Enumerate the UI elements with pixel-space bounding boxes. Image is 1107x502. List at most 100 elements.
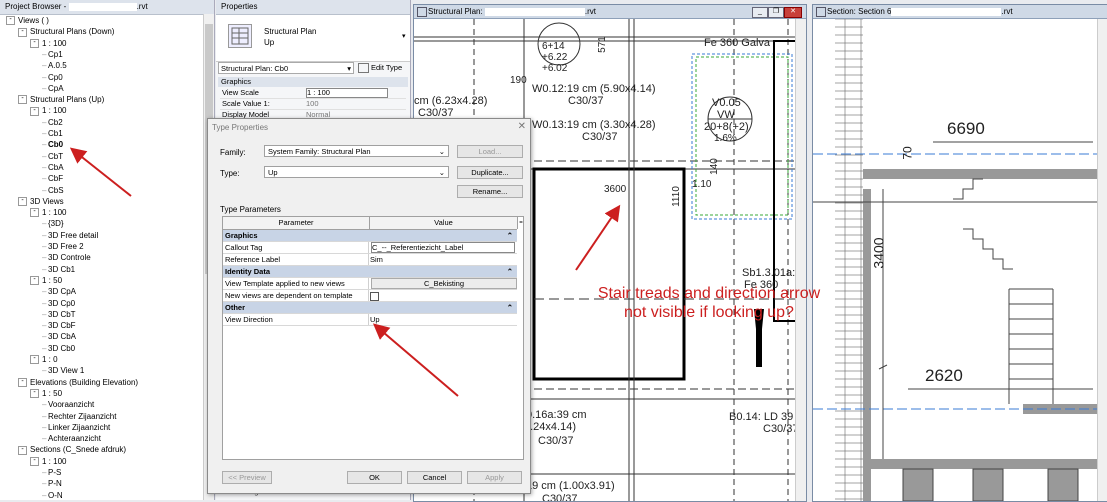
properties-group-graphics[interactable]: Graphics <box>218 77 408 87</box>
preview-button[interactable]: << Preview <box>222 471 272 484</box>
parameter-group[interactable]: Other ⌃ <box>223 302 517 314</box>
tree-item[interactable]: – O-N <box>42 490 63 501</box>
tree-item[interactable]: – P-N <box>42 478 62 489</box>
type-properties-dialog[interactable]: Type Properties ✕ Family: System Family:… <box>207 118 531 494</box>
parameter-value[interactable]: Up <box>370 314 380 325</box>
tree-item[interactable]: - Sections (C_Snede afdruk) <box>18 444 126 455</box>
tree-item-label: {3D} <box>48 219 64 229</box>
ok-button[interactable]: OK <box>347 471 402 484</box>
collapse-toggle-icon[interactable]: - <box>18 197 27 207</box>
tree-item[interactable]: – Achteraanzicht <box>42 433 101 444</box>
tree-item[interactable]: – Cb1 <box>42 128 63 139</box>
tree-item[interactable]: – Cp1 <box>42 49 63 60</box>
tree-item[interactable]: – CbF <box>42 173 63 184</box>
tree-item[interactable]: -3D Views <box>18 196 64 207</box>
tree-item[interactable]: - Views ( ) <box>6 15 49 26</box>
tree-item[interactable]: - Structural Plans (Up) <box>18 94 104 105</box>
collapse-toggle-icon[interactable]: - <box>30 276 39 286</box>
tree-item[interactable]: – Cb0 <box>42 139 63 150</box>
family-select[interactable]: System Family: Structural Plan ⌄ <box>264 145 449 157</box>
plan-scrollbar[interactable] <box>795 19 806 501</box>
parameter-group[interactable]: Identity Data ⌃ <box>223 266 517 278</box>
tree-item[interactable]: –3D Cb1 <box>42 264 75 275</box>
property-row[interactable]: View Scale 1 : 100 <box>220 88 406 99</box>
load-button[interactable]: Load... <box>457 145 523 158</box>
collapse-chevron-icon[interactable]: ⌃ <box>507 302 513 313</box>
collapse-chevron-icon[interactable]: ⌃ <box>507 230 513 241</box>
tree-item[interactable]: –3D CbA <box>42 331 76 342</box>
tree-item[interactable]: – {3D} <box>42 218 64 229</box>
collapse-toggle-icon[interactable]: - <box>18 377 27 387</box>
section-canvas[interactable]: 6690 70 3400 2620 <box>813 19 1107 501</box>
tree-item[interactable]: – P-S <box>42 467 61 478</box>
tree-item[interactable]: -1 : 50 <box>30 275 62 286</box>
collapse-toggle-icon[interactable]: - <box>18 445 27 455</box>
tree-item[interactable]: –3D Cb0 <box>42 343 75 354</box>
parameter-row[interactable]: View Direction Up <box>223 314 517 326</box>
parameter-group[interactable]: Graphics ⌃ <box>223 230 517 242</box>
close-button[interactable]: ✕ <box>784 7 802 18</box>
parameter-row[interactable]: Callout Tag C_--_Referentiezicht_Label <box>223 242 517 254</box>
collapse-toggle-icon[interactable]: - <box>6 16 15 26</box>
column-menu[interactable]: = <box>517 217 524 229</box>
tree-item[interactable]: –3D Free detail <box>42 230 98 241</box>
type-selector[interactable]: Structural Plan Up ▾ <box>216 15 410 62</box>
parameter-value[interactable]: C_Bekisting <box>371 278 517 289</box>
tree-item[interactable]: -1 : 100 <box>30 105 66 116</box>
tree-item[interactable]: –3D CbF <box>42 320 76 331</box>
dependent-views-checkbox[interactable] <box>370 292 379 301</box>
rename-button[interactable]: Rename... <box>457 185 523 198</box>
edit-type-button[interactable]: Edit Type <box>358 62 408 74</box>
collapse-toggle-icon[interactable]: - <box>30 208 39 218</box>
tree-item[interactable]: –3D Controle <box>42 252 91 263</box>
collapse-toggle-icon[interactable]: - <box>30 355 39 365</box>
tree-item[interactable]: –3D View 1 <box>42 365 84 376</box>
collapse-toggle-icon[interactable]: - <box>30 457 39 467</box>
minimize-button[interactable]: _ <box>752 7 768 18</box>
restore-button[interactable]: ❐ <box>768 7 784 18</box>
tree-item[interactable]: – Vooraanzicht <box>42 399 94 410</box>
tree-item[interactable]: - Structural Plans (Down) <box>18 26 114 37</box>
cancel-button[interactable]: Cancel <box>407 471 462 484</box>
collapse-toggle-icon[interactable]: - <box>18 27 27 37</box>
tree-item[interactable]: – Rechter Zijaanzicht <box>42 411 116 422</box>
section-scrollbar[interactable] <box>1097 19 1107 501</box>
property-value[interactable]: 1 : 100 <box>306 88 388 98</box>
tree-item[interactable]: – CbS <box>42 185 64 196</box>
duplicate-button[interactable]: Duplicate... <box>457 166 523 179</box>
tree-item[interactable]: -1 : 50 <box>30 388 62 399</box>
tree-item[interactable]: -1 : 100 <box>30 38 66 49</box>
collapse-toggle-icon[interactable]: - <box>30 38 39 48</box>
type-select[interactable]: Up ⌄ <box>264 166 449 178</box>
tree-item[interactable]: – A.0.5 <box>42 60 67 71</box>
parameter-row[interactable]: View Template applied to new views C_Beki… <box>223 278 517 290</box>
tree-item[interactable]: -1 : 0 <box>30 354 58 365</box>
collapse-toggle-icon[interactable]: - <box>18 95 27 105</box>
tree-item[interactable]: –3D Free 2 <box>42 241 84 252</box>
tree-item[interactable]: –3D CbT <box>42 309 76 320</box>
tree-item[interactable]: - Elevations (Building Elevation) <box>18 377 138 388</box>
collapse-toggle-icon[interactable]: - <box>30 389 39 399</box>
property-value[interactable]: 100 <box>306 99 319 109</box>
tree-item[interactable]: – Linker Zijaanzicht <box>42 422 110 433</box>
tree-item[interactable]: – CbT <box>42 151 63 162</box>
tree-item[interactable]: -1 : 100 <box>30 456 66 467</box>
close-icon[interactable]: ✕ <box>518 121 526 132</box>
parameter-row[interactable]: Reference Label Sim <box>223 254 517 266</box>
parameter-value[interactable]: C_--_Referentiezicht_Label <box>371 242 515 253</box>
tree-item[interactable]: –3D Cp0 <box>42 298 75 309</box>
parameter-value[interactable]: Sim <box>370 254 383 265</box>
parameter-row[interactable]: New views are dependent on template <box>223 290 517 302</box>
tree-item[interactable]: – CpA <box>42 83 64 94</box>
tree-item[interactable]: – CbA <box>42 162 64 173</box>
collapse-toggle-icon[interactable]: - <box>30 106 39 116</box>
tree-item[interactable]: – Cp0 <box>42 72 63 83</box>
tree-item[interactable]: – Cb2 <box>42 117 63 128</box>
section-window[interactable]: Section: Section 6 .rvt 6690 70 3400 262… <box>812 4 1107 502</box>
apply-button[interactable]: Apply <box>467 471 522 484</box>
instance-selector[interactable]: Structural Plan: Cb0 ▾ <box>218 62 354 74</box>
tree-item[interactable]: –3D CpA <box>42 286 76 297</box>
tree-item[interactable]: -1 : 100 <box>30 207 66 218</box>
collapse-chevron-icon[interactable]: ⌃ <box>507 266 513 277</box>
property-row[interactable]: Scale Value 1: 100 <box>220 99 406 110</box>
